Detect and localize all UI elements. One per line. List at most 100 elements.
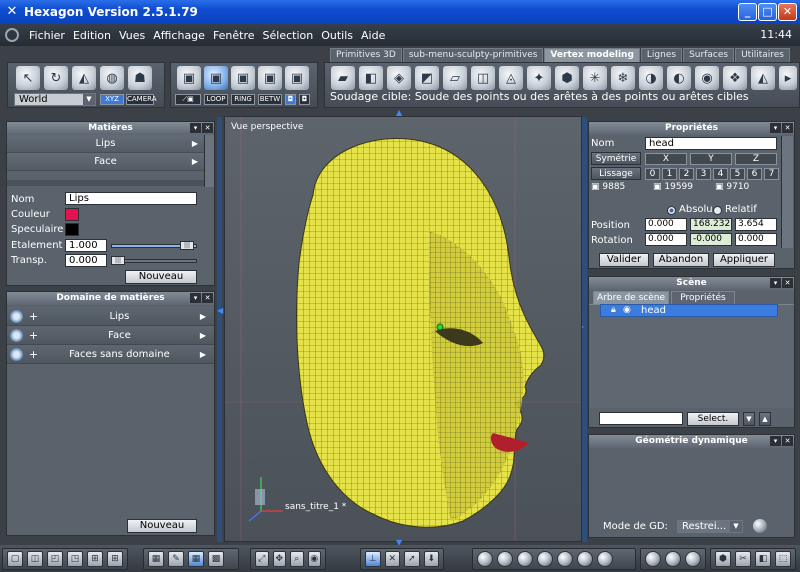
shade-smooth-wire-icon[interactable] (537, 551, 553, 567)
inset-icon[interactable]: ◧ (359, 66, 383, 90)
tessellate-icon[interactable]: ◫ (471, 66, 495, 90)
arrow-move-icon[interactable]: ➚ (404, 551, 420, 567)
cut-icon[interactable]: ◑ (639, 66, 663, 90)
light-ambient-icon[interactable] (685, 551, 701, 567)
select-edge-icon[interactable]: ▣ (231, 66, 255, 90)
shadow-icon[interactable]: ◧ (755, 551, 771, 567)
plus-icon[interactable]: + (28, 311, 39, 322)
domain-row-lips[interactable]: + Lips ▶ (7, 307, 214, 326)
plus-icon[interactable]: + (28, 330, 39, 341)
domain-row-unassigned[interactable]: + Faces sans domaine ▶ (7, 345, 214, 364)
material-name-field[interactable]: Lips (65, 192, 197, 205)
maximize-button[interactable]: □ (758, 3, 777, 21)
panel-close-icon[interactable]: ✕ (782, 436, 793, 446)
appliquer-button[interactable]: Appliquer (713, 253, 775, 267)
smoothing-button[interactable]: Lissage (591, 167, 641, 180)
shade-smooth-icon[interactable] (517, 551, 533, 567)
zoom-fit-icon[interactable]: ⤢ (255, 551, 269, 567)
select-object-icon[interactable]: ▣ (177, 66, 201, 90)
tab-scene-tree[interactable]: Arbre de scène (593, 291, 669, 304)
panel-menu-icon[interactable]: ▾ (190, 293, 201, 303)
menu-selection[interactable]: Sélection (259, 29, 318, 42)
slice-icon[interactable]: ◬ (499, 66, 523, 90)
position-z-field[interactable]: 3.654 (735, 218, 777, 231)
panel-menu-icon[interactable]: ▾ (770, 436, 781, 446)
smooth-level-4[interactable]: 4 (713, 168, 728, 180)
weld-icon[interactable]: ✦ (527, 66, 551, 90)
view-eye-icon[interactable]: ◉ (307, 551, 321, 567)
texture-icon[interactable]: ▩ (208, 551, 224, 567)
smooth-icon[interactable]: ❖ (723, 66, 747, 90)
menu-outils[interactable]: Outils (317, 29, 357, 42)
panel-menu-icon[interactable]: ▾ (770, 123, 781, 133)
axis-x-button[interactable]: X (645, 153, 687, 165)
light-sphere-icon[interactable] (645, 551, 661, 567)
visibility-icon[interactable] (10, 347, 23, 361)
eye-icon[interactable]: ◉ (623, 305, 631, 316)
cross-icon[interactable]: ✕ (384, 551, 400, 567)
close-button[interactable]: ✕ (778, 3, 797, 21)
symmetry-icon[interactable]: ◭ (751, 66, 775, 90)
tab-vertex-modeling[interactable]: Vertex modeling (544, 48, 640, 62)
layout-single-icon[interactable]: ▢ (7, 551, 23, 567)
split-icon[interactable]: ❄ (611, 66, 635, 90)
tools-icon[interactable]: ✂ (735, 551, 751, 567)
fill-hole-icon[interactable]: ◉ (695, 66, 719, 90)
scene-filter-field[interactable] (599, 412, 683, 425)
properties-scrollbar[interactable] (781, 136, 793, 248)
absolu-radio[interactable] (667, 206, 676, 215)
rotation-y-field[interactable]: -0.000 (690, 233, 732, 246)
smooth-level-3[interactable]: 3 (696, 168, 711, 180)
weld-target-icon[interactable]: ⬢ (555, 66, 579, 90)
smooth-level-5[interactable]: 5 (730, 168, 745, 180)
minimize-button[interactable]: _ (738, 3, 757, 21)
left-splitter[interactable] (217, 117, 222, 542)
gd-sphere-icon[interactable] (753, 519, 767, 533)
scale-tool-icon[interactable]: ◭ (72, 66, 96, 90)
move-tool-icon[interactable]: ↖ (16, 66, 40, 90)
panel-close-icon[interactable]: ✕ (202, 123, 213, 133)
tab-utilitaires[interactable]: Utilitaires (735, 48, 790, 62)
magnet-icon[interactable]: ◘ (285, 94, 296, 105)
render-icon[interactable]: ⬢ (715, 551, 731, 567)
menu-aide[interactable]: Aide (357, 29, 389, 42)
shade-render-icon[interactable] (597, 551, 613, 567)
hexagon-logo-icon[interactable] (5, 28, 19, 42)
left-collapse-icon[interactable]: ◀ (217, 306, 223, 315)
paint-icon[interactable]: ✎ (168, 551, 184, 567)
between-button[interactable]: BETW (258, 94, 282, 105)
transparency-field[interactable]: 0.000 (65, 254, 107, 267)
universal-tool-icon[interactable]: ◍ (100, 66, 124, 90)
options-icon[interactable]: ⬚ (775, 551, 791, 567)
select-auto-icon[interactable]: ▣ (285, 66, 309, 90)
menu-vues[interactable]: Vues (115, 29, 149, 42)
panel-menu-icon[interactable]: ▾ (770, 278, 781, 288)
bridge-icon[interactable]: ◩ (415, 66, 439, 90)
menu-affichage[interactable]: Affichage (149, 29, 209, 42)
shade-wire-icon[interactable] (477, 551, 493, 567)
axis-y-button[interactable]: Y (690, 153, 732, 165)
merge-icon[interactable]: ✳ (583, 66, 607, 90)
lasso-icon[interactable]: ⟋▣ (175, 94, 201, 105)
thicken-icon[interactable]: ▱ (443, 66, 467, 90)
plus-icon[interactable]: + (28, 349, 39, 360)
more-tools-icon[interactable]: ▸ (779, 66, 797, 90)
select-button[interactable]: Select. (687, 412, 739, 426)
material-item-lips[interactable]: Lips ▶ (7, 135, 204, 153)
menu-edition[interactable]: Edition (69, 29, 115, 42)
light-spot-icon[interactable] (665, 551, 681, 567)
gd-mode-select[interactable]: Restrei... ▼ (677, 520, 743, 533)
scroll-up-icon[interactable]: ▲ (759, 412, 771, 426)
panel-close-icon[interactable]: ✕ (782, 278, 793, 288)
rotation-x-field[interactable]: 0.000 (645, 233, 687, 246)
panel-menu-icon[interactable]: ▾ (190, 123, 201, 133)
shade-texture-icon[interactable] (557, 551, 573, 567)
shade-light-icon[interactable] (577, 551, 593, 567)
position-y-field[interactable]: 168.232 (690, 218, 732, 231)
extrude-icon[interactable]: ▰ (331, 66, 355, 90)
scroll-down-icon[interactable]: ▼ (743, 412, 755, 426)
rotation-z-field[interactable]: 0.000 (735, 233, 777, 246)
smooth-level-1[interactable]: 1 (662, 168, 677, 180)
ring-button[interactable]: RING (231, 94, 255, 105)
layout-three-b-icon[interactable]: ◳ (67, 551, 83, 567)
